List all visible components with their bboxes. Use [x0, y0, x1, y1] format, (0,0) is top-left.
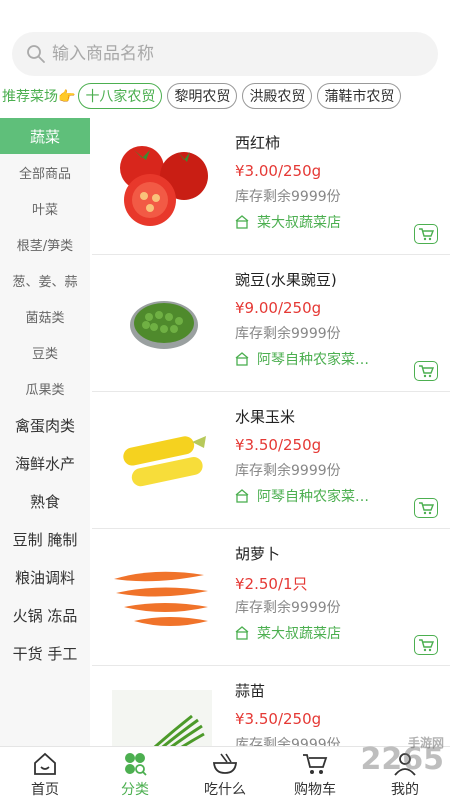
shop-name: 阿琴自种农家菜…: [257, 352, 369, 368]
watermark-logo: 2265 手游网: [361, 736, 445, 777]
nav-cart-label: 购物车: [294, 782, 336, 798]
cart-icon: [419, 639, 434, 652]
bowl-icon: [213, 753, 237, 774]
search-icon: [27, 45, 45, 63]
product-shop[interactable]: 阿琴自种农家菜…: [235, 349, 410, 369]
product-shop[interactable]: 菜大叔蔬菜店: [235, 212, 410, 232]
cart-icon: [419, 228, 434, 241]
search-input[interactable]: [52, 44, 412, 64]
product-list: 西红柿 ¥3.00/250g 库存剩余9999份 菜大叔蔬菜店 豌豆(水果豌豆)…: [92, 118, 450, 746]
product-price: ¥3.00/250g: [235, 162, 322, 180]
product-stock: 库存剩余9999份: [235, 463, 341, 479]
product-stock: 库存剩余9999份: [235, 326, 341, 342]
shop-icon: [235, 352, 249, 366]
category-onion-ginger-garlic[interactable]: 葱、姜、蒜: [0, 262, 90, 298]
market-tab-puxieshi[interactable]: 蒲鞋市农贸: [317, 83, 402, 109]
nav-profile-label: 我的: [391, 782, 419, 798]
product-price: ¥3.50/250g: [235, 436, 322, 454]
shop-icon: [235, 489, 249, 503]
product-price: ¥2.50/1只: [235, 575, 308, 593]
tomato-image: [120, 146, 208, 226]
product-item[interactable]: 胡萝卜 ¥2.50/1只 库存剩余9999份 菜大叔蔬菜店: [92, 529, 450, 666]
category-seafood[interactable]: 海鲜水产: [0, 444, 90, 482]
market-tab-liming[interactable]: 黎明农贸: [167, 83, 238, 109]
category-deli[interactable]: 熟食: [0, 482, 90, 520]
add-to-cart-button[interactable]: [414, 498, 438, 518]
nav-what-to-eat-label: 吃什么: [204, 782, 246, 798]
product-item[interactable]: 水果玉米 ¥3.50/250g 库存剩余9999份 阿琴自种农家菜…: [92, 392, 450, 529]
category-icon: [125, 753, 147, 776]
category-roots[interactable]: 根茎/笋类: [0, 226, 90, 262]
recommend-label: 推荐菜场👉: [2, 89, 76, 105]
category-melons[interactable]: 瓜果类: [0, 370, 90, 406]
product-name: 西红柿: [235, 134, 281, 152]
product-shop[interactable]: 菜大叔蔬菜店: [235, 623, 410, 643]
product-item[interactable]: 蒜苗 ¥3.50/250g 库存剩余9999份: [92, 666, 450, 746]
product-name: 豌豆(水果豌豆): [235, 271, 337, 289]
market-tabs: 推荐菜场👉 十八家农贸 黎明农贸 洪殿农贸 蒲鞋市农贸: [0, 82, 450, 110]
cart-icon: [419, 502, 434, 515]
nav-cart[interactable]: 购物车: [270, 747, 360, 800]
garlic-sprout-image: [112, 690, 212, 746]
category-mushrooms[interactable]: 菌菇类: [0, 298, 90, 334]
market-tab-shibajia[interactable]: 十八家农贸: [78, 83, 163, 109]
search-bar[interactable]: [12, 32, 438, 76]
corn-image: [123, 436, 206, 487]
product-shop[interactable]: 阿琴自种农家菜…: [235, 486, 410, 506]
category-leafy[interactable]: 叶菜: [0, 190, 90, 226]
shop-name: 菜大叔蔬菜店: [257, 215, 341, 231]
product-stock: 库存剩余9999份: [235, 737, 341, 746]
product-item[interactable]: 豌豆(水果豌豆) ¥9.00/250g 库存剩余9999份 阿琴自种农家菜…: [92, 255, 450, 392]
product-name: 水果玉米: [235, 408, 296, 426]
nav-home[interactable]: 首页: [0, 747, 90, 800]
category-dried-handmade[interactable]: 干货 手工: [0, 634, 90, 672]
carrot-image: [114, 571, 208, 626]
product-item[interactable]: 西红柿 ¥3.00/250g 库存剩余9999份 菜大叔蔬菜店: [92, 118, 450, 255]
category-tofu-pickles[interactable]: 豆制 腌制: [0, 520, 90, 558]
cart-icon: [303, 754, 328, 774]
shop-name: 阿琴自种农家菜…: [257, 489, 369, 505]
category-hotpot-frozen[interactable]: 火锅 冻品: [0, 596, 90, 634]
cart-icon: [419, 365, 434, 378]
product-name: 胡萝卜: [235, 545, 281, 563]
shop-icon: [235, 215, 249, 229]
category-beans[interactable]: 豆类: [0, 334, 90, 370]
product-stock: 库存剩余9999份: [235, 189, 341, 205]
product-stock: 库存剩余9999份: [235, 600, 341, 616]
nav-what-to-eat[interactable]: 吃什么: [180, 747, 270, 800]
category-grain-oil[interactable]: 粮油调料: [0, 558, 90, 596]
add-to-cart-button[interactable]: [414, 224, 438, 244]
product-name: 蒜苗: [235, 682, 266, 700]
watermark-sub: 手游网: [407, 736, 444, 750]
category-all[interactable]: 全部商品: [0, 154, 90, 190]
add-to-cart-button[interactable]: [414, 635, 438, 655]
shop-name: 菜大叔蔬菜店: [257, 626, 341, 642]
peas-image: [130, 301, 198, 349]
nav-category-label: 分类: [121, 782, 149, 798]
nav-category[interactable]: 分类: [90, 747, 180, 800]
category-vegetables[interactable]: 蔬菜: [0, 118, 90, 154]
category-sidebar: 蔬菜 全部商品 叶菜 根茎/笋类 葱、姜、蒜 菌菇类 豆类 瓜果类 禽蛋肉类 海…: [0, 118, 90, 746]
market-tab-hongdian[interactable]: 洪殿农贸: [242, 83, 313, 109]
product-price: ¥9.00/250g: [235, 299, 322, 317]
shop-icon: [235, 626, 249, 640]
home-icon: [34, 752, 56, 775]
add-to-cart-button[interactable]: [414, 361, 438, 381]
category-poultry-eggs-meat[interactable]: 禽蛋肉类: [0, 406, 90, 444]
nav-home-label: 首页: [31, 782, 59, 798]
product-price: ¥3.50/250g: [235, 710, 322, 728]
